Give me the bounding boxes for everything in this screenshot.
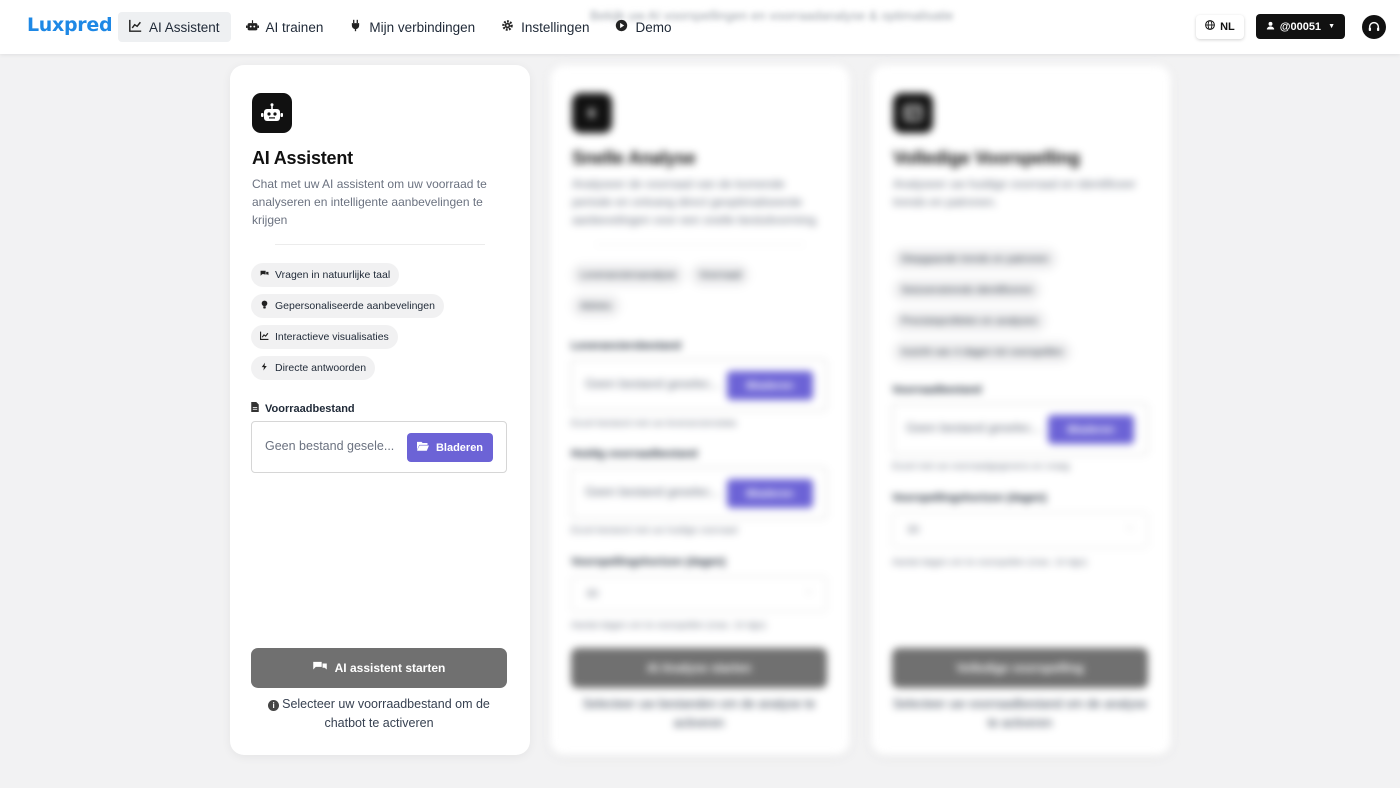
nav-item-mijn-verbindingen[interactable]: Mijn verbindingen (338, 12, 486, 42)
browse-button[interactable]: Bladeren (727, 479, 813, 508)
table-icon (893, 93, 933, 133)
horizon-label: Voorspellingshorizon (dagen) (892, 492, 1047, 504)
card-description: Analyseer de voorraad van de komende per… (572, 177, 819, 227)
file-input-box[interactable]: Geen bestand geselec... Bladeren (571, 359, 827, 411)
card-title: Volledige Voorspelling (893, 148, 1080, 168)
file-field-label: Voorraadbestand (251, 402, 355, 415)
feature-chip: Precisieprofielen en analyses (892, 309, 1047, 333)
chart-line-icon (260, 331, 269, 343)
user-icon (1266, 21, 1275, 33)
browse-button[interactable]: Bladeren (727, 371, 813, 400)
activation-note: i Selecteer uw voorraadbestand om de chat… (251, 695, 507, 733)
globe-icon (1205, 20, 1215, 33)
start-forecast-button[interactable]: Volledige voorspelling (892, 648, 1148, 688)
language-button[interactable]: NL (1196, 14, 1244, 39)
lightbulb-icon (260, 300, 269, 312)
bolt-icon (260, 362, 269, 374)
feature-chips: Diepgaande trends en patronen Seizoenstr… (892, 247, 1152, 371)
chart-line-icon (129, 19, 142, 35)
card-title: Snelle Analyse (572, 148, 696, 168)
file-input-box[interactable]: Geen bestand geselec... Bladeren (892, 403, 1148, 455)
file-icon (251, 402, 259, 415)
nav-links: AI Assistent AI trainen Mijn verbindinge… (118, 12, 682, 42)
feature-chip: Vragen in natuurlijke taal (251, 263, 400, 287)
nav-item-ai-assistent[interactable]: AI Assistent (118, 12, 231, 42)
card-description: Analyseer uw huidige voorraad en identif… (893, 177, 1136, 209)
start-assistant-button[interactable]: AI assistent starten (251, 648, 507, 688)
top-navbar: Luxpred Bekijk uw AI voorspellingen en v… (0, 0, 1400, 54)
user-label: @00051 (1279, 20, 1322, 33)
file-input-placeholder: Geen bestand gesele... (265, 439, 395, 453)
feature-chips: Vragen in natuurlijke taal Gepersonalise… (251, 263, 511, 387)
comments-icon (312, 661, 327, 675)
nav-item-label: AI Assistent (149, 19, 220, 35)
nav-item-label: Instellingen (521, 19, 590, 35)
field-hint: Excel bestand met uw leveranciersdata (571, 418, 737, 429)
robot-icon (245, 19, 259, 35)
feature-chip: Gepersonaliseerde aanbevelingen (251, 294, 444, 318)
play-circle-icon (615, 19, 628, 35)
feature-chip: Seizoenstrends identificeren (892, 278, 1042, 302)
divider (595, 244, 805, 245)
feature-chip: Advies (571, 294, 621, 318)
activation-note: Selecteer uw bestanden om de analyse te … (582, 697, 816, 730)
feature-chip: Leveranciersanalyse (571, 263, 686, 287)
file-field-label: Leveranciersbestand (571, 340, 682, 352)
ai-assistent-card: AI Assistent Chat met uw AI assistent om… (230, 65, 530, 755)
info-circle-icon: i (268, 700, 280, 711)
nav-item-ai-trainen[interactable]: AI trainen (235, 12, 335, 42)
file-input-box[interactable]: Geen bestand geselec... Bladeren (571, 467, 827, 519)
headset-icon[interactable] (1362, 14, 1386, 39)
gear-icon (501, 19, 514, 35)
start-analysis-button[interactable]: AI Analyse starten (571, 648, 827, 688)
feature-chips: Leveranciersanalyse Voorraad Advies (571, 263, 831, 325)
language-label: NL (1220, 20, 1235, 33)
nav-item-label: Demo (635, 19, 672, 35)
browse-button[interactable]: Bladeren (407, 433, 493, 462)
field-hint: Aantal dagen om te voorspellen (max. 14 … (892, 557, 1087, 568)
card-title: AI Assistent (252, 148, 353, 168)
activation-note: Selecteer uw voorraadbestand om de analy… (892, 697, 1148, 730)
file-input-box[interactable]: Geen bestand gesele... Bladeren (251, 421, 507, 473)
bolt-icon (572, 93, 612, 133)
plug-icon (349, 19, 362, 35)
snelle-analyse-card: Snelle Analyse Analyseer de voorraad van… (550, 65, 850, 755)
horizon-label: Voorspellingshorizon (dagen) (571, 556, 726, 568)
robot-icon (252, 93, 292, 133)
feature-chip: Interactieve visualisaties (251, 325, 398, 349)
file-field-label: Voorraadbestand (892, 384, 982, 396)
feature-chip: Directe antwoorden (251, 356, 376, 380)
field-hint: Excel bestand met uw huidige voorraad (571, 525, 738, 536)
feature-chip: Diepgaande trends en patronen (892, 247, 1058, 271)
nav-right: NL @00051 ▼ (1196, 14, 1386, 39)
card-description: Chat met uw AI assistent om uw voorraad … (252, 177, 487, 227)
feature-chip: Inzicht van 4 dagen tot voorspellen (892, 340, 1073, 364)
brand-logo[interactable]: Luxpred (27, 14, 113, 36)
comments-icon (260, 269, 269, 281)
folder-open-icon (416, 441, 429, 454)
horizon-input[interactable]: 30 (892, 512, 1148, 548)
feature-chip: Voorraad (689, 263, 751, 287)
file-field-label: Huidig voorraadbestand (571, 448, 698, 460)
caret-down-icon: ▼ (1328, 23, 1335, 30)
nav-item-label: AI trainen (265, 19, 324, 35)
field-hint: Aantal dagen om te voorspellen (max. 14 … (571, 620, 766, 631)
nav-item-instellingen[interactable]: Instellingen (490, 12, 600, 42)
nav-item-demo[interactable]: Demo (604, 12, 682, 42)
volledige-voorspelling-card: Volledige Voorspelling Analyseer uw huid… (871, 65, 1171, 755)
nav-item-label: Mijn verbindingen (369, 19, 476, 35)
browse-button[interactable]: Bladeren (1048, 415, 1134, 444)
field-hint: Excel met uw voorraadgegevens en vraag (892, 461, 1070, 472)
divider (275, 244, 485, 245)
user-menu-button[interactable]: @00051 ▼ (1255, 14, 1345, 39)
horizon-input[interactable]: 30 (571, 576, 827, 612)
